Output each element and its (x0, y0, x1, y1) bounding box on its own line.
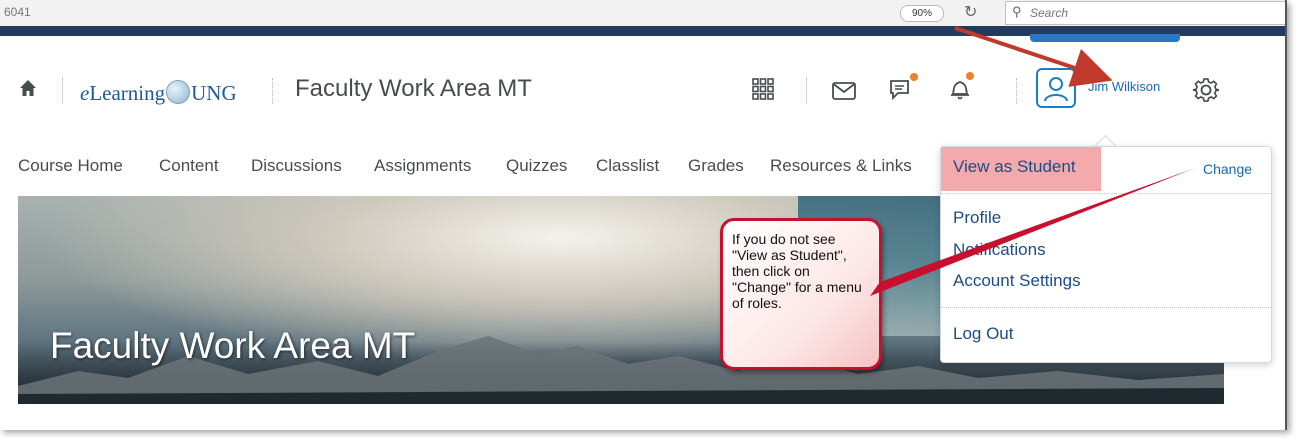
screenshot-frame: 6041 90% ↻ ⚲ eLearningUNG Faculty Work A… (0, 0, 1287, 430)
annotation-arrows (870, 26, 1195, 296)
arrow-to-username (954, 26, 1113, 87)
callout-pointer (870, 168, 1195, 296)
